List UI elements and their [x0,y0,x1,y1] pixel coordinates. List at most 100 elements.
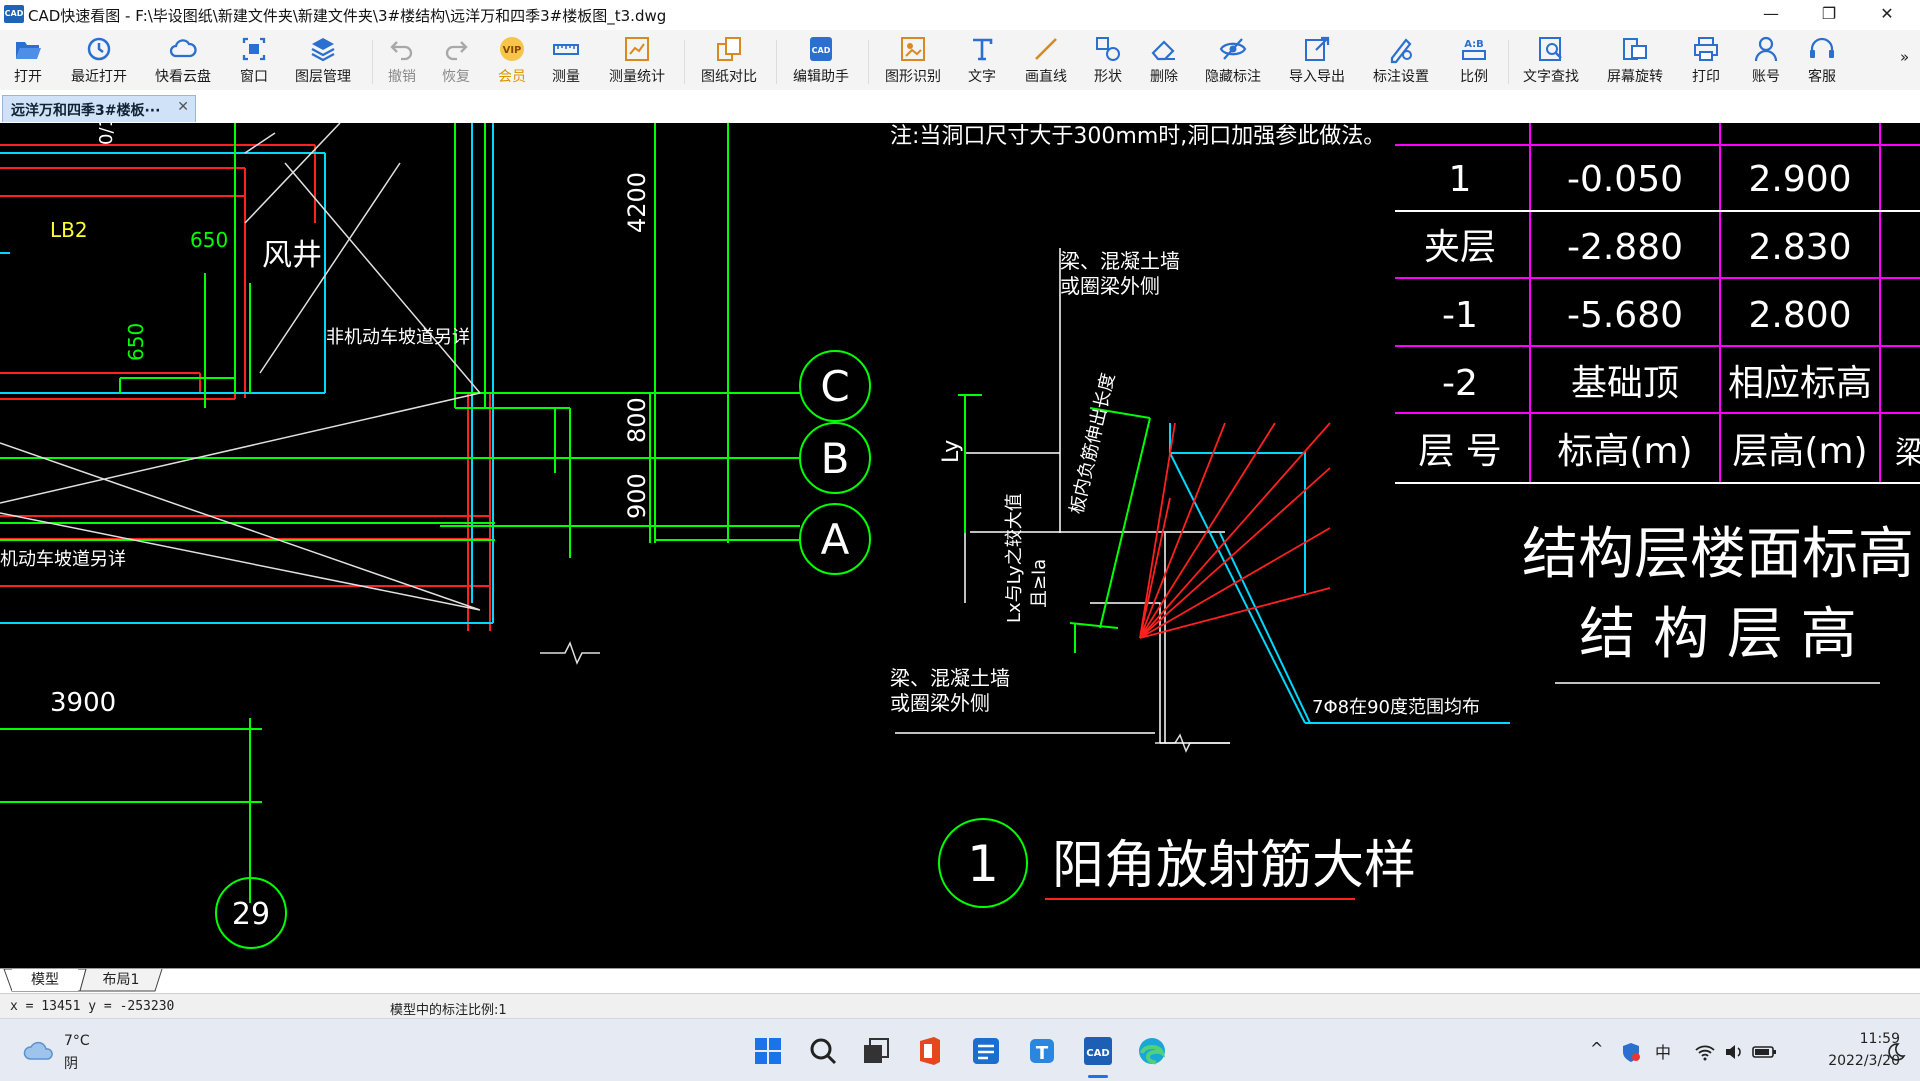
office-icon[interactable] [912,1033,948,1069]
document-tab-label: 远洋万和四季3#楼板··· [11,103,161,119]
windows-taskbar: 7°C 阴 T CAD ^ 中 11:59 2022/3/20 [0,1018,1920,1081]
battery-icon[interactable] [1752,1044,1778,1060]
tool-edit-assistant[interactable]: CAD 编辑助手 [788,34,854,88]
beam-note-1a: 梁、混凝土墙 [1060,249,1180,273]
redo-icon [445,41,468,61]
break-symbol [540,641,1230,753]
tool-measure-stats[interactable]: 测量统计 [604,34,670,88]
svg-text:-2: -2 [1442,363,1478,404]
volume-icon[interactable] [1724,1043,1744,1061]
tool-open[interactable]: 打开 [6,34,50,88]
main-toolbar: 打开 最近打开 快看云盘 窗口 图层管理 撤销 恢复 VIP 会员 测量 测量统… [0,30,1920,91]
svg-text:梁: 梁 [1895,436,1920,471]
tool-print[interactable]: 打印 [1684,34,1728,88]
tool-undo[interactable]: 撤销 [380,34,424,88]
svg-text:CAD: CAD [812,46,831,55]
start-icon[interactable] [750,1033,786,1069]
wifi-icon[interactable] [1694,1043,1716,1061]
document-tab-strip: 远洋万和四季3#楼板··· ✕ [0,90,1920,124]
tool-import-export[interactable]: 导入导出 [1284,34,1350,88]
close-button[interactable]: ✕ [1858,0,1916,30]
clock-icon [87,37,111,61]
tool-support[interactable]: 客服 [1800,34,1844,88]
notes-icon[interactable] [968,1033,1004,1069]
layers-icon [311,38,335,62]
svg-text:2.900: 2.900 [1748,159,1851,200]
svg-text:A:B: A:B [1464,39,1484,50]
tool-rotate-screen[interactable]: 屏幕旋转 [1602,34,1668,88]
tool-compare[interactable]: 图纸对比 [696,34,762,88]
svg-text:CAD: CAD [1086,1048,1109,1059]
tool-text[interactable]: 文字 [960,34,1004,88]
annotation-settings-icon [1390,38,1412,64]
weather-icon[interactable] [22,1035,58,1065]
tool-redo[interactable]: 恢复 [434,34,478,88]
weather-desc: 阴 [64,1056,78,1072]
shape-icon [1096,37,1120,61]
beam-note-2a: 梁、混凝土墙 [890,666,1010,690]
tool-window[interactable]: 窗口 [232,34,276,88]
tool-line[interactable]: 画直线 [1020,34,1072,88]
svg-text:T: T [1036,1043,1049,1064]
eye-hidden-icon [1219,38,1247,60]
la-note: 且≥la [1029,559,1050,608]
shield-icon[interactable] [1620,1041,1642,1063]
svg-text:相应标高: 相应标高 [1728,363,1872,404]
notification-moon-icon[interactable] [1884,1041,1906,1063]
svg-text:-2.880: -2.880 [1567,227,1683,268]
window-icon [242,37,266,61]
tab-model[interactable]: 模型 [12,969,78,991]
scale-icon: A:B [1462,39,1486,60]
task-view-icon[interactable] [858,1033,894,1069]
toolbar-separator [1508,40,1509,84]
text-search-icon [1539,37,1562,61]
ime-indicator[interactable]: 中 [1655,1039,1671,1063]
svg-text:-0.050: -0.050 [1567,159,1683,200]
lx-ly-note: Lx与Ly之较大值 [1004,493,1025,623]
beam-note-2b: 或圈梁外侧 [890,691,990,715]
compare-icon [717,37,741,61]
close-icon[interactable]: ✕ [177,99,189,115]
tool-text-search[interactable]: 文字查找 [1518,34,1584,88]
tool-account[interactable]: 账号 [1744,34,1788,88]
svg-text:2.830: 2.830 [1748,227,1851,268]
tray-chevron-icon[interactable]: ^ [1590,1039,1603,1058]
tool-shape[interactable]: 形状 [1086,34,1130,88]
document-tab[interactable]: 远洋万和四季3#楼板··· ✕ [2,95,196,122]
title-bar: CAD CAD快速看图 - F:\毕设图纸\新建文件夹\新建文件夹\3#楼结构\… [0,0,1920,30]
layout-tabs: 模型 布局1 [0,968,1920,994]
level-table-caption-1: 结构层楼面标高 [1522,522,1914,587]
cad-app-icon[interactable]: CAD [1080,1033,1116,1069]
tool-shape-recognize[interactable]: 图形识别 [880,34,946,88]
toolbar-separator [372,40,373,84]
label-ramp-1: 非机动车坡道另详 [326,327,470,348]
label-ly: Ly [939,440,964,463]
tool-vip[interactable]: VIP 会员 [490,34,534,88]
tool-hide-annotation[interactable]: 隐藏标注 [1200,34,1266,88]
label-lb2: LB2 [50,218,88,242]
toolbar-overflow-button[interactable]: » [1900,48,1909,66]
headset-icon [1810,37,1834,58]
tool-annotation-settings[interactable]: 标注设置 [1368,34,1434,88]
tool-scale[interactable]: A:B 比例 [1452,34,1496,88]
level-table-rows: 1 -0.050 2.900 夹层 -2.880 2.830 -1 -5.680… [1418,159,1920,472]
tab-layout1[interactable]: 布局1 [88,969,154,991]
edge-icon[interactable] [1134,1033,1170,1069]
tool-cloud[interactable]: 快看云盘 [150,34,216,88]
restore-button[interactable]: ❐ [1800,0,1858,30]
teams-icon[interactable]: T [1024,1033,1060,1069]
cursor-coordinates: x = 13451 y = -253230 [10,999,175,1014]
detail-dimensions [958,394,1151,653]
printer-icon [1694,37,1718,61]
green-axis-lines [0,123,800,903]
text-icon [973,38,993,61]
drawing-canvas[interactable]: LB2 650 650 风井 非机动车坡道另详 机动车坡道另详 0/10 420… [0,123,1920,968]
svg-text:夹层: 夹层 [1424,227,1496,268]
folder-open-icon [16,42,41,59]
tool-recent[interactable]: 最近打开 [66,34,132,88]
tool-layers[interactable]: 图层管理 [290,34,356,88]
tool-delete[interactable]: 删除 [1142,34,1186,88]
search-icon[interactable] [805,1033,841,1069]
minimize-button[interactable]: — [1742,0,1800,30]
tool-measure[interactable]: 测量 [544,34,588,88]
